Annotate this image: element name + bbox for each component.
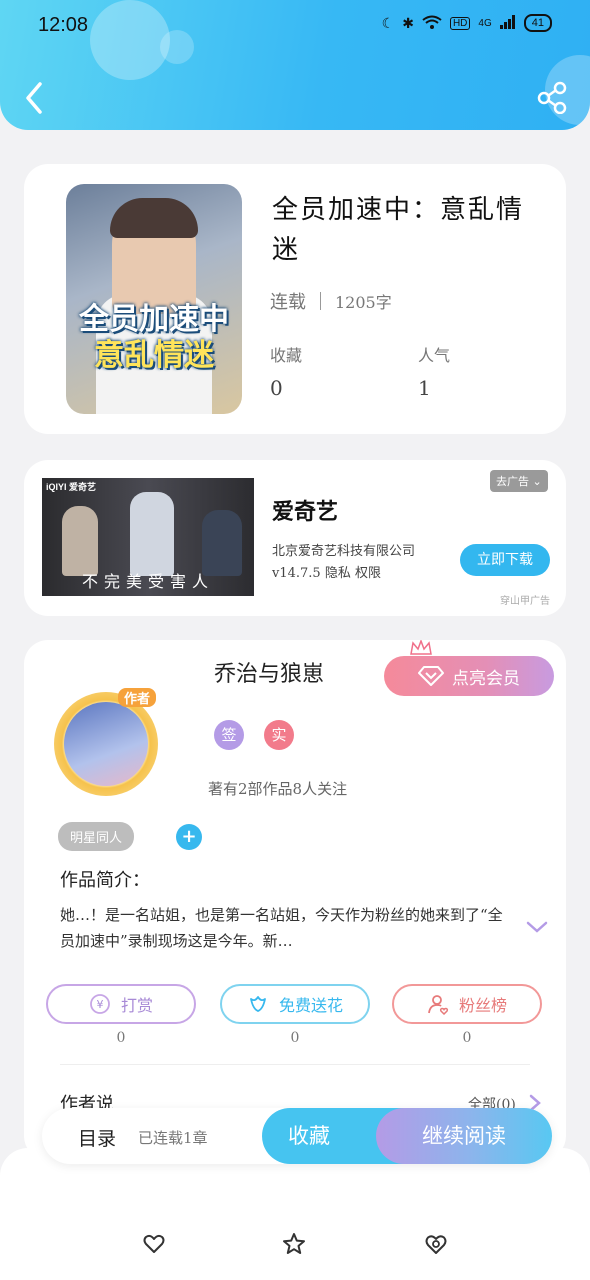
divider — [60, 1064, 530, 1065]
star-icon[interactable] — [282, 1232, 306, 1256]
ad-company: 北京爱奇艺科技有限公司 — [272, 544, 416, 559]
favorites-value: 0 — [270, 376, 283, 400]
cover-title-line1: 全员加速中 — [79, 302, 229, 337]
book-info-card: 全员加速中 意乱情迷 全员加速中：意乱情迷 连载 1205字 收藏 0 人气 1 — [24, 164, 566, 434]
word-count: 1205字 — [335, 293, 392, 312]
popularity-stat: 人气 1 — [418, 342, 450, 400]
flower-count: 0 — [290, 1030, 300, 1046]
chevron-left-icon — [26, 82, 42, 114]
cover-title-line2: 意乱情迷 — [94, 338, 214, 373]
heart-icon[interactable] — [142, 1232, 166, 1256]
ad-source: 穿山甲广告 — [500, 596, 550, 607]
signed-badge: 签 — [214, 720, 244, 750]
remove-ad-button[interactable]: 去广告 ⌄ — [490, 470, 548, 492]
ad-figure — [202, 510, 242, 576]
decorative-bubble — [90, 0, 170, 80]
bottom-sheet — [0, 1148, 590, 1280]
tip-label: 打赏 — [120, 996, 153, 1015]
continue-reading-button[interactable]: 继续阅读 — [376, 1108, 552, 1164]
iqiyi-logo: iQIYI 爱奇艺 — [46, 482, 97, 492]
vip-button[interactable]: 点亮会员 — [384, 656, 554, 696]
chevron-down-icon[interactable] — [526, 920, 548, 934]
cover-figure-hair — [110, 198, 198, 238]
heart-badge-icon[interactable] — [424, 1232, 448, 1256]
decorative-bubble — [160, 30, 194, 64]
moon-icon: ☾ — [381, 14, 395, 31]
tip-button[interactable]: ¥ 打赏 — [46, 984, 196, 1024]
popularity-value: 1 — [418, 376, 431, 400]
signal-icon — [499, 14, 516, 32]
network-label: 4G — [478, 17, 492, 29]
avatar — [64, 702, 148, 786]
ad-image-caption: 不完美受害人 — [81, 572, 214, 591]
wifi-icon — [422, 15, 442, 32]
battery-icon: 41 — [523, 14, 552, 32]
ad-figure — [62, 506, 98, 576]
hd-icon: HD — [449, 16, 471, 30]
genre-tag[interactable]: 明星同人 — [58, 822, 135, 851]
author-avatar[interactable]: 作者 — [46, 684, 176, 804]
favorites-label: 收藏 — [270, 346, 303, 365]
send-flower-button[interactable]: 免费送花 — [220, 984, 370, 1024]
cover-title: 全员加速中 意乱情迷 — [66, 302, 242, 374]
book-cover[interactable]: 全员加速中 意乱情迷 — [66, 184, 242, 414]
crown-icon — [410, 640, 432, 655]
intro-text: 她…！是一名站姐，也是第一名站姐，今天作为粉丝的她来到了“全员加速中”录制现场这… — [60, 906, 503, 950]
back-button[interactable] — [20, 80, 50, 116]
share-icon — [537, 81, 567, 115]
fan-count: 0 — [462, 1030, 472, 1046]
download-button[interactable]: 立即下载 — [460, 544, 550, 576]
intro-label: 作品简介： — [60, 870, 150, 891]
flower-icon — [250, 996, 266, 1012]
author-stats: 著有2部作品8人关注 — [208, 780, 348, 798]
status-time: 12:08 — [38, 14, 89, 36]
bluetooth-icon: ✱ — [402, 14, 414, 31]
author-card: 乔治与狼崽 点亮会员 作者 签 实 著有2部作品8人关注 明星同人 + 作品简介… — [24, 640, 566, 1160]
favorites-stat: 收藏 0 — [270, 342, 302, 400]
remove-ad-label: 去广告 — [496, 475, 529, 488]
book-title: 全员加速中：意乱情迷 — [272, 195, 525, 265]
status-icons: ☾ ✱ HD 4G 41 — [382, 14, 552, 32]
fan-ranking-icon — [428, 995, 449, 1015]
ad-version-line[interactable]: v14.7.5 隐私 权限 — [272, 562, 381, 581]
table-of-contents-button[interactable]: 目录 — [78, 1124, 116, 1151]
add-tag-button[interactable]: + — [176, 824, 202, 850]
ad-title: 爱奇艺 — [272, 499, 339, 525]
send-flower-label: 免费送花 — [278, 996, 343, 1015]
popularity-label: 人气 — [418, 346, 451, 365]
verified-badge: 实 — [264, 720, 294, 750]
chevron-down-icon: ⌄ — [532, 475, 542, 488]
book-meta: 连载 1205字 — [270, 288, 392, 314]
reading-action-bar: 目录 已连载1章 收藏 继续阅读 — [42, 1108, 552, 1164]
share-button[interactable] — [536, 80, 570, 115]
book-status: 连载 — [270, 292, 306, 313]
header: 12:08 ☾ ✱ HD 4G 41 — [0, 0, 590, 130]
fan-ranking-button[interactable]: 粉丝榜 — [392, 984, 542, 1024]
ad-card[interactable]: iQIYI 爱奇艺 不完美受害人 爱奇艺 北京爱奇艺科技有限公司 v14.7.5… — [24, 460, 566, 616]
ad-image[interactable]: iQIYI 爱奇艺 不完美受害人 — [42, 478, 254, 596]
divider — [320, 292, 321, 310]
coin-icon: ¥ — [90, 994, 110, 1014]
chapter-count[interactable]: 已连载1章 — [138, 1127, 208, 1148]
svg-text:¥: ¥ — [96, 998, 103, 1011]
ad-figure — [130, 492, 174, 576]
tip-count: 0 — [116, 1030, 126, 1046]
vip-label: 点亮会员 — [452, 668, 520, 689]
fan-ranking-label: 粉丝榜 — [458, 996, 507, 1015]
diamond-icon — [418, 666, 444, 686]
author-badge: 作者 — [118, 688, 157, 707]
